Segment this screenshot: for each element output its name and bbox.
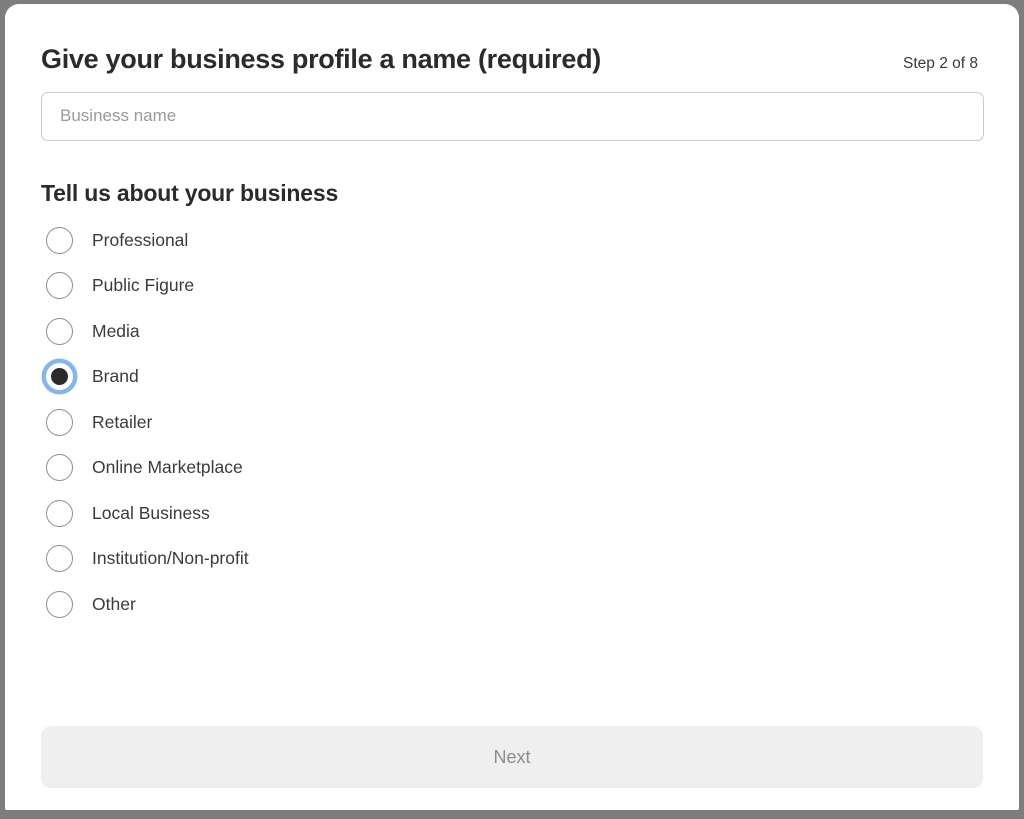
radio-option-other[interactable]: Other bbox=[41, 582, 983, 628]
radio-circle-selected-icon bbox=[46, 363, 73, 391]
page-title: Give your business profile a name (requi… bbox=[41, 44, 601, 74]
radio-circle-icon bbox=[46, 408, 73, 436]
radio-option-online-marketplace[interactable]: Online Marketplace bbox=[41, 445, 983, 491]
radio-option-retailer[interactable]: Retailer bbox=[41, 400, 983, 446]
radio-option-institution-nonprofit[interactable]: Institution/Non-profit bbox=[41, 536, 983, 582]
radio-circle-icon bbox=[46, 272, 73, 300]
radio-circle-icon bbox=[46, 590, 73, 618]
radio-label: Local Business bbox=[92, 502, 210, 523]
radio-circle-icon bbox=[46, 545, 73, 573]
radio-label: Online Marketplace bbox=[92, 457, 243, 478]
radio-label: Professional bbox=[92, 229, 189, 250]
radio-circle-icon bbox=[46, 499, 73, 527]
radio-circle-icon bbox=[46, 317, 73, 345]
radio-circle-icon bbox=[46, 454, 73, 482]
business-name-input[interactable] bbox=[41, 91, 984, 141]
viewport-frame: Give your business profile a name (requi… bbox=[0, 0, 1024, 819]
frame-bottom-edge bbox=[0, 810, 1024, 819]
radio-label: Other bbox=[92, 593, 136, 614]
radio-label: Institution/Non-profit bbox=[92, 548, 249, 569]
business-name-field-wrapper bbox=[41, 91, 984, 141]
step-indicator: Step 2 of 8 bbox=[903, 55, 978, 72]
header: Give your business profile a name (requi… bbox=[41, 4, 983, 75]
next-button[interactable]: Next bbox=[41, 726, 983, 788]
radio-option-public-figure[interactable]: Public Figure bbox=[41, 263, 983, 309]
business-profile-card: Give your business profile a name (requi… bbox=[5, 4, 1019, 810]
radio-option-media[interactable]: Media bbox=[41, 309, 983, 355]
business-type-radio-group: Professional Public Figure Media Brand R bbox=[41, 218, 983, 628]
radio-option-brand[interactable]: Brand bbox=[41, 354, 983, 400]
radio-option-local-business[interactable]: Local Business bbox=[41, 491, 983, 537]
radio-label: Retailer bbox=[92, 411, 153, 432]
business-type-section-title: Tell us about your business bbox=[41, 179, 339, 206]
radio-label: Brand bbox=[92, 366, 139, 387]
radio-label: Public Figure bbox=[92, 275, 195, 296]
radio-label: Media bbox=[92, 320, 140, 341]
footer: Next bbox=[41, 726, 983, 788]
radio-option-professional[interactable]: Professional bbox=[41, 218, 983, 264]
radio-circle-icon bbox=[46, 226, 73, 254]
